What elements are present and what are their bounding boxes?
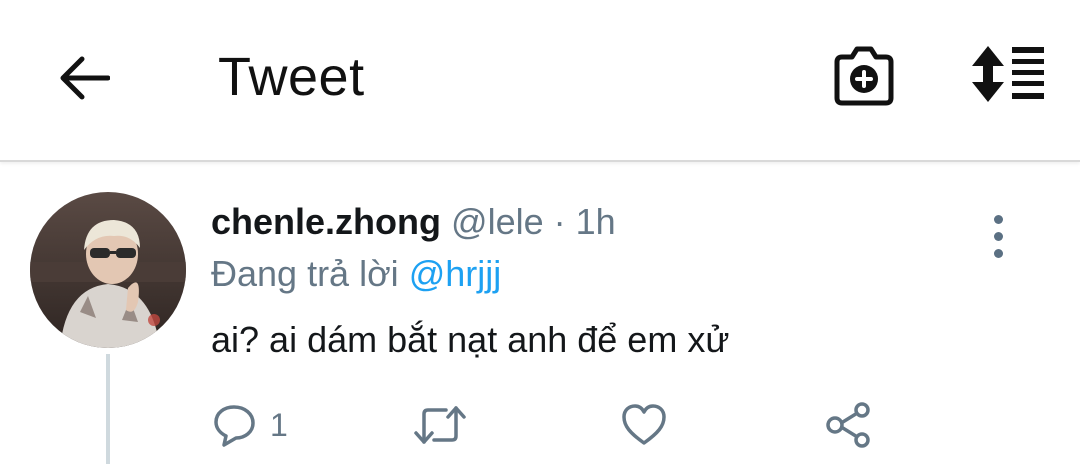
heart-icon: [622, 404, 666, 445]
reply-to-link[interactable]: @hrjjj: [409, 253, 502, 294]
like-button[interactable]: [620, 402, 668, 448]
sort-list-icon: [972, 46, 1044, 102]
avatar[interactable]: [30, 192, 186, 348]
tweet-timestamp: 1h: [575, 201, 616, 242]
author-name[interactable]: chenle.zhong: [211, 201, 441, 242]
reply-prefix: Đang trả lời: [211, 253, 399, 294]
retweet-button[interactable]: [412, 402, 468, 448]
avatar-photo: [30, 192, 186, 348]
author-handle[interactable]: @lele: [451, 201, 544, 242]
tweet-text: ai? ai dám bắt nạt anh để em xử: [211, 319, 730, 360]
more-dot-icon: [993, 231, 1003, 241]
more-dot-icon: [993, 214, 1003, 224]
reply-button[interactable]: 1: [212, 402, 288, 448]
reply-count: 1: [270, 407, 288, 443]
top-app-bar: Tweet: [0, 0, 1080, 162]
thread-line: [106, 354, 110, 464]
tweet-card[interactable]: chenle.zhong @lele · 1h Đang trả lời @hr…: [0, 162, 1080, 464]
share-button[interactable]: [824, 402, 874, 448]
arrow-left-icon: [60, 56, 110, 100]
camera-button[interactable]: [830, 44, 898, 108]
reply-icon: [214, 405, 255, 447]
more-dot-icon: [993, 248, 1003, 258]
page-title: Tweet: [218, 47, 365, 107]
meta-separator: ·: [553, 201, 566, 242]
retweet-icon: [414, 406, 466, 444]
camera-add-icon: [834, 46, 894, 106]
reply-context: Đang trả lời @hrjjj: [211, 250, 501, 298]
sort-button[interactable]: [968, 44, 1048, 104]
back-button[interactable]: [54, 48, 114, 108]
more-options-button[interactable]: [980, 198, 1016, 274]
tweet-meta: chenle.zhong @lele · 1h: [211, 198, 616, 246]
share-icon: [826, 402, 870, 448]
